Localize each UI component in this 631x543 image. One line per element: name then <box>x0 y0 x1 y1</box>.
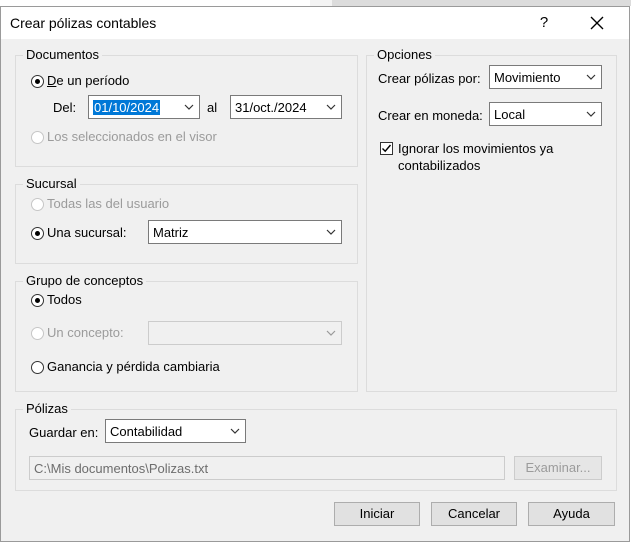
cancelar-button[interactable]: Cancelar <box>431 502 517 526</box>
dialog-title: Crear pólizas contables <box>10 15 157 31</box>
chevron-down-icon <box>184 104 194 110</box>
opciones-group-label: Opciones <box>374 47 435 62</box>
ignorar-checkbox[interactable] <box>380 142 393 155</box>
periodo-label: De un período <box>47 73 130 88</box>
crear-por-value: Movimiento <box>494 70 561 85</box>
checkmark-icon <box>382 144 392 153</box>
date-to-value: 31/oct./2024 <box>235 100 307 115</box>
seleccionados-label: Los seleccionados en el visor <box>47 129 217 144</box>
sucursal-select[interactable]: Matriz <box>148 220 342 244</box>
moneda-select[interactable]: Local <box>489 102 602 126</box>
ayuda-button[interactable]: Ayuda <box>528 502 615 526</box>
ganancia-label: Ganancia y pérdida cambiaria <box>47 359 220 374</box>
date-from-picker[interactable]: 01/10/2024 <box>88 95 200 119</box>
todas-label: Todas las del usuario <box>47 196 170 211</box>
ignorar-label-line2: contabilizados <box>398 158 481 173</box>
crear-polizas-dialog: Crear pólizas contables ? Documentos De … <box>0 6 630 542</box>
close-icon <box>590 16 604 30</box>
documentos-group-label: Documentos <box>23 47 102 62</box>
help-button[interactable]: ? <box>531 11 557 35</box>
title-bar: Crear pólizas contables ? <box>1 7 629 39</box>
chevron-down-icon <box>586 111 596 117</box>
polizas-group-label: Pólizas <box>23 401 71 416</box>
date-to-picker[interactable]: 31/oct./2024 <box>230 95 342 119</box>
guardar-value: Contabilidad <box>110 424 183 439</box>
un-concepto-radio[interactable] <box>31 327 44 340</box>
ignorar-label-line1: Ignorar los movimientos ya <box>398 141 554 156</box>
grupo-conceptos-group-label: Grupo de conceptos <box>23 273 147 288</box>
todas-radio[interactable] <box>31 198 44 211</box>
chevron-down-icon <box>326 330 336 336</box>
todos-label: Todos <box>47 292 82 307</box>
del-label: Del: <box>53 100 77 115</box>
iniciar-button[interactable]: Iniciar <box>334 502 420 526</box>
sucursal-group-label: Sucursal <box>23 176 80 191</box>
chevron-down-icon <box>586 74 596 80</box>
periodo-radio[interactable] <box>31 75 44 88</box>
una-sucursal-label: Una sucursal: <box>47 225 127 240</box>
date-from-value: 01/10/2024 <box>93 100 161 115</box>
date-from-text: 01/10/2024 <box>93 100 161 115</box>
sucursal-value: Matriz <box>153 225 189 240</box>
un-concepto-label: Un concepto: <box>47 325 124 340</box>
al-label: al <box>207 100 218 115</box>
guardar-select[interactable]: Contabilidad <box>105 419 246 443</box>
chevron-down-icon <box>326 104 336 110</box>
crear-por-label: Crear pólizas por: <box>378 71 481 86</box>
todos-radio[interactable] <box>31 294 44 307</box>
close-button[interactable] <box>584 11 610 35</box>
examinar-button[interactable]: Examinar... <box>514 456 602 480</box>
chevron-down-icon <box>230 428 240 434</box>
guardar-label: Guardar en: <box>29 425 99 440</box>
path-value: C:\Mis documentos\Polizas.txt <box>34 461 209 476</box>
concepto-select[interactable] <box>148 321 342 345</box>
chevron-down-icon <box>326 229 336 235</box>
moneda-label: Crear en moneda: <box>378 108 483 123</box>
una-sucursal-radio[interactable] <box>31 227 44 240</box>
moneda-value: Local <box>494 107 526 122</box>
ganancia-radio[interactable] <box>31 361 44 374</box>
path-field[interactable]: C:\Mis documentos\Polizas.txt <box>29 456 505 480</box>
crear-por-select[interactable]: Movimiento <box>489 65 602 89</box>
seleccionados-radio[interactable] <box>31 131 44 144</box>
